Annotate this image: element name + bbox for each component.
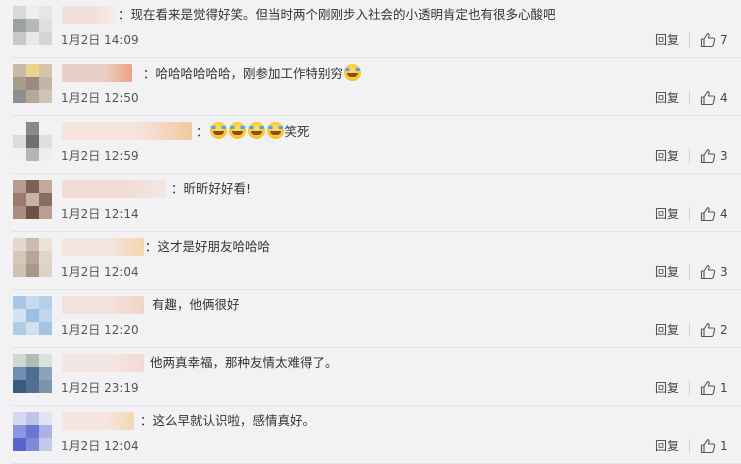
thumbs-up-icon[interactable]: [699, 321, 717, 339]
action-separator: [689, 381, 690, 395]
avatar[interactable]: [13, 6, 52, 45]
avatar[interactable]: [13, 238, 52, 277]
username-blurred[interactable]: [62, 180, 166, 198]
comment-text: ：昕昕好好看!: [171, 180, 251, 198]
comment-item: 他两真幸福，那种友情太难得了。 1月2日 23:19 回复 1: [0, 348, 741, 406]
comment-text: ： 笑死: [196, 122, 310, 141]
like-count: 1: [720, 381, 728, 395]
thumbs-up-icon[interactable]: [699, 31, 717, 49]
timestamp: 1月2日 12:14: [61, 207, 139, 221]
laugh-cry-emoji-icon: [209, 122, 227, 139]
comment-text: 有趣，他俩很好: [152, 296, 240, 314]
thumbs-up-icon[interactable]: [699, 205, 717, 223]
comment-item: ：现在看来是觉得好笑。但当时两个刚刚步入社会的小透明肯定也有很多心酸吧 1月2日 …: [0, 0, 741, 58]
timestamp: 1月2日 12:20: [61, 323, 139, 337]
like-count: 2: [720, 323, 728, 337]
laugh-cry-emoji-icon: [266, 122, 284, 139]
comment-suffix: 笑死: [284, 124, 310, 139]
username-blurred[interactable]: [62, 296, 144, 314]
comment-body: ：哈哈哈哈哈哈，刚参加工作特别穷: [143, 66, 344, 81]
avatar[interactable]: [13, 354, 52, 393]
timestamp: 1月2日 12:04: [61, 265, 139, 279]
avatar[interactable]: [13, 64, 52, 103]
thumbs-up-icon[interactable]: [699, 147, 717, 165]
comment-text: ：哈哈哈哈哈哈，刚参加工作特别穷: [143, 64, 362, 83]
reply-button[interactable]: 回复: [655, 207, 679, 221]
thumbs-up-icon[interactable]: [699, 379, 717, 397]
comment-body: ：昕昕好好看!: [171, 181, 252, 196]
username-blurred[interactable]: [62, 354, 144, 372]
reply-button[interactable]: 回复: [655, 149, 679, 163]
comment-body: 他两真幸福，那种友情太难得了。: [150, 355, 338, 370]
avatar[interactable]: [13, 180, 52, 219]
comment-item: 有趣，他俩很好 1月2日 12:20 回复 2: [0, 290, 741, 348]
comment-body: ：: [196, 124, 209, 139]
timestamp: 1月2日 14:09: [61, 33, 139, 47]
username-blurred[interactable]: [62, 412, 134, 430]
thumbs-up-icon[interactable]: [699, 437, 717, 455]
reply-button[interactable]: 回复: [655, 91, 679, 105]
comment-item: ： 笑死 1月2日 12:59 回复 3: [0, 116, 741, 174]
action-separator: [689, 265, 690, 279]
like-count: 3: [720, 149, 728, 163]
comment-text: 他两真幸福，那种友情太难得了。: [150, 354, 338, 372]
reply-button[interactable]: 回复: [655, 323, 679, 337]
laugh-cry-emoji-icon: [344, 64, 362, 81]
comment-text: ：这么早就认识啦，感情真好。: [140, 412, 315, 430]
comment-list: ：现在看来是觉得好笑。但当时两个刚刚步入社会的小透明肯定也有很多心酸吧 1月2日 …: [0, 0, 741, 464]
thumbs-up-icon[interactable]: [699, 263, 717, 281]
timestamp: 1月2日 12:59: [61, 149, 139, 163]
reply-button[interactable]: 回复: [655, 439, 679, 453]
avatar[interactable]: [13, 296, 52, 335]
laugh-cry-emoji-icon: [228, 122, 246, 139]
comment-item: ：昕昕好好看! 1月2日 12:14 回复 4: [0, 174, 741, 232]
comment-item: ：这么早就认识啦，感情真好。 1月2日 12:04 回复 1: [0, 406, 741, 464]
comment-body: 有趣，他俩很好: [152, 297, 240, 312]
comment-item: ：这才是好朋友哈哈哈 1月2日 12:04 回复 3: [0, 232, 741, 290]
like-count: 4: [720, 207, 728, 221]
comment-body: ：这么早就认识啦，感情真好。: [140, 413, 316, 428]
like-count: 4: [720, 91, 728, 105]
timestamp: 1月2日 12:04: [61, 439, 139, 453]
action-separator: [689, 149, 690, 163]
laugh-cry-emoji-icon: [247, 122, 265, 139]
avatar[interactable]: [13, 122, 52, 161]
action-separator: [689, 91, 690, 105]
comment-body: ：现在看来是觉得好笑。但当时两个刚刚步入社会的小透明肯定也有很多心酸吧: [118, 7, 556, 22]
thumbs-up-icon[interactable]: [699, 89, 717, 107]
comment-item: ：哈哈哈哈哈哈，刚参加工作特别穷 1月2日 12:50 回复 4: [0, 58, 741, 116]
username-blurred[interactable]: [62, 122, 192, 140]
action-separator: [689, 207, 690, 221]
comment-text: ：这才是好朋友哈哈哈: [145, 238, 270, 256]
username-blurred[interactable]: [62, 6, 116, 24]
username-blurred[interactable]: [62, 64, 132, 82]
action-separator: [689, 323, 690, 337]
action-separator: [689, 33, 690, 47]
like-count: 1: [720, 439, 728, 453]
action-separator: [689, 439, 690, 453]
comment-text: ：现在看来是觉得好笑。但当时两个刚刚步入社会的小透明肯定也有很多心酸吧: [118, 6, 556, 24]
timestamp: 1月2日 12:50: [61, 91, 139, 105]
reply-button[interactable]: 回复: [655, 265, 679, 279]
like-count: 3: [720, 265, 728, 279]
timestamp: 1月2日 23:19: [61, 381, 139, 395]
reply-button[interactable]: 回复: [655, 33, 679, 47]
username-blurred[interactable]: [62, 238, 144, 256]
comment-body: ：这才是好朋友哈哈哈: [145, 239, 271, 254]
avatar[interactable]: [13, 412, 52, 451]
like-count: 7: [720, 33, 728, 47]
reply-button[interactable]: 回复: [655, 381, 679, 395]
